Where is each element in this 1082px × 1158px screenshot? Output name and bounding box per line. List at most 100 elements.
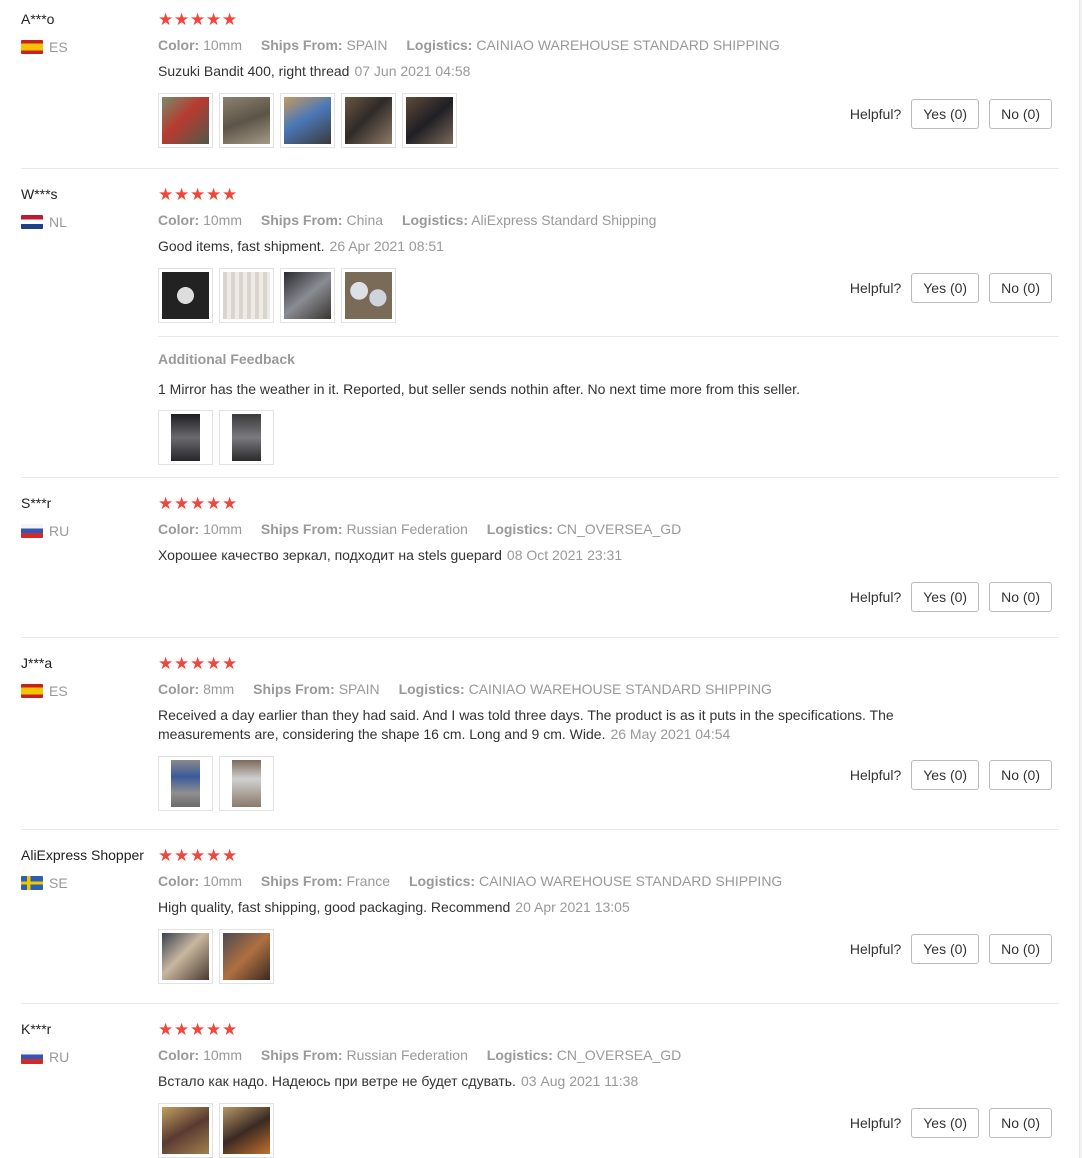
review-content: Good items, fast shipment. <box>158 238 325 254</box>
review-photo[interactable] <box>219 410 274 465</box>
country-code: RU <box>49 523 70 539</box>
additional-feedback-title: Additional Feedback <box>158 351 295 367</box>
reviewer-name: W***s <box>21 186 58 202</box>
helpful-vote: Helpful? Yes (0) No (0) <box>850 760 1052 790</box>
helpful-label: Helpful? <box>849 280 902 296</box>
star-icon: ★ <box>158 653 174 673</box>
logistics-key: Logistics: <box>486 1047 553 1063</box>
helpful-yes-button[interactable]: Yes (0) <box>911 760 980 790</box>
review-item: J***a ES ★ ★ ★ ★ ★ Color: 8mm Ships From: SP… <box>21 637 1059 829</box>
ships-from-value: SPAIN <box>346 37 388 53</box>
review-item: K***r RU ★ ★ ★ ★ ★ Color: 10mm Ships From: R… <box>21 1003 1059 1158</box>
helpful-no-button[interactable]: No (0) <box>989 99 1052 129</box>
helpful-label: Helpful? <box>849 767 902 783</box>
star-icon: ★ <box>222 653 238 673</box>
helpful-yes-button[interactable]: Yes (0) <box>911 1108 980 1138</box>
review-photo[interactable] <box>158 410 213 465</box>
reviewer-country: NL <box>21 213 156 231</box>
helpful-no-button[interactable]: No (0) <box>989 760 1052 790</box>
color-value: 10mm <box>203 873 243 889</box>
star-icon: ★ <box>206 1019 222 1039</box>
review-photo[interactable] <box>219 1103 274 1158</box>
reviewer-country: ES <box>21 38 156 56</box>
logistics-value: CAINIAO WAREHOUSE STANDARD SHIPPING <box>478 873 783 889</box>
review-text: Встало как надо. Надеюсь при ветре не бу… <box>158 1072 958 1091</box>
ships-from-key: Ships From: <box>260 873 343 889</box>
star-icon: ★ <box>222 845 238 865</box>
star-icon: ★ <box>190 493 206 513</box>
review-photo[interactable] <box>219 756 274 811</box>
review-photo[interactable] <box>158 929 213 984</box>
review-meta: Color: 10mm Ships From: Russian Federati… <box>158 1046 1058 1064</box>
helpful-no-button[interactable]: No (0) <box>989 273 1052 303</box>
review-item: AliExpress Shopper SE ★ ★ ★ ★ ★ Color: 10mm … <box>21 829 1059 1003</box>
review-meta: Color: 10mm Ships From: Russian Federati… <box>158 520 1058 538</box>
ships-from-value: France <box>346 873 391 889</box>
helpful-yes-button[interactable]: Yes (0) <box>911 273 980 303</box>
flag-spain-icon <box>21 684 43 698</box>
logistics-key: Logistics: <box>406 37 473 53</box>
review-content: Хорошее качество зеркал, подходит на ste… <box>158 547 502 563</box>
review-photo[interactable] <box>158 268 213 323</box>
star-icon: ★ <box>190 184 206 204</box>
ships-from-value: SPAIN <box>338 681 380 697</box>
review-text: High quality, fast shipping, good packag… <box>158 898 958 917</box>
star-rating: ★ ★ ★ ★ ★ <box>158 185 1058 203</box>
review-photo[interactable] <box>219 929 274 984</box>
helpful-no-button[interactable]: No (0) <box>989 582 1052 612</box>
review-photo[interactable] <box>158 756 213 811</box>
star-rating: ★ ★ ★ ★ ★ <box>158 494 1058 512</box>
review-photo[interactable] <box>219 93 274 148</box>
helpful-yes-button[interactable]: Yes (0) <box>911 934 980 964</box>
color-key: Color: <box>158 681 200 697</box>
reviewer-name: K***r <box>21 1021 52 1037</box>
helpful-no-button[interactable]: No (0) <box>989 1108 1052 1138</box>
reviewer-info: J***a ES <box>21 654 156 700</box>
helpful-yes-button[interactable]: Yes (0) <box>911 582 980 612</box>
review-content: Suzuki Bandit 400, right thread <box>158 63 350 79</box>
review-photo[interactable] <box>341 93 396 148</box>
helpful-vote: Helpful? Yes (0) No (0) <box>850 934 1052 964</box>
star-icon: ★ <box>174 184 190 204</box>
star-icon: ★ <box>206 9 222 29</box>
helpful-yes-button[interactable]: Yes (0) <box>911 99 980 129</box>
color-key: Color: <box>158 521 200 537</box>
color-value: 10mm <box>203 37 243 53</box>
reviewer-info: S***r RU <box>21 494 156 540</box>
star-icon: ★ <box>190 653 206 673</box>
reviewer-name: J***a <box>21 655 53 671</box>
helpful-label: Helpful? <box>849 1115 902 1131</box>
review-date: 20 Apr 2021 13:05 <box>515 899 630 915</box>
color-key: Color: <box>158 873 200 889</box>
review-date: 26 Apr 2021 08:51 <box>329 238 444 254</box>
review-photo[interactable] <box>158 1103 213 1158</box>
review-text: Good items, fast shipment. 26 Apr 2021 08… <box>158 237 958 256</box>
country-code: RU <box>49 1049 70 1065</box>
star-icon: ★ <box>158 493 174 513</box>
star-rating: ★ ★ ★ ★ ★ <box>158 10 1058 28</box>
ships-from-key: Ships From: <box>253 681 335 697</box>
review-item: A***o ES ★ ★ ★ ★ ★ Color: 10mm Ships From: S… <box>21 10 1059 168</box>
review-date: 03 Aug 2021 11:38 <box>520 1073 639 1089</box>
review-photo[interactable] <box>280 93 335 148</box>
helpful-vote: Helpful? Yes (0) No (0) <box>850 1108 1052 1138</box>
star-icon: ★ <box>174 845 190 865</box>
review-text: Received a day earlier than they had sai… <box>158 706 958 744</box>
star-icon: ★ <box>206 184 222 204</box>
review-photo[interactable] <box>341 268 396 323</box>
flag-netherlands-icon <box>21 215 43 229</box>
color-value: 8mm <box>203 681 235 697</box>
review-photo[interactable] <box>280 268 335 323</box>
reviewer-info: A***o ES <box>21 10 156 56</box>
additional-photos <box>158 410 1059 465</box>
helpful-vote: Helpful? Yes (0) No (0) <box>850 582 1052 612</box>
helpful-no-button[interactable]: No (0) <box>989 934 1052 964</box>
star-icon: ★ <box>190 845 206 865</box>
star-icon: ★ <box>158 9 174 29</box>
review-photo[interactable] <box>402 93 457 148</box>
review-photo[interactable] <box>158 93 213 148</box>
review-photo[interactable] <box>219 268 274 323</box>
review-date: 07 Jun 2021 04:58 <box>354 63 471 79</box>
star-icon: ★ <box>174 9 190 29</box>
star-icon: ★ <box>206 653 222 673</box>
